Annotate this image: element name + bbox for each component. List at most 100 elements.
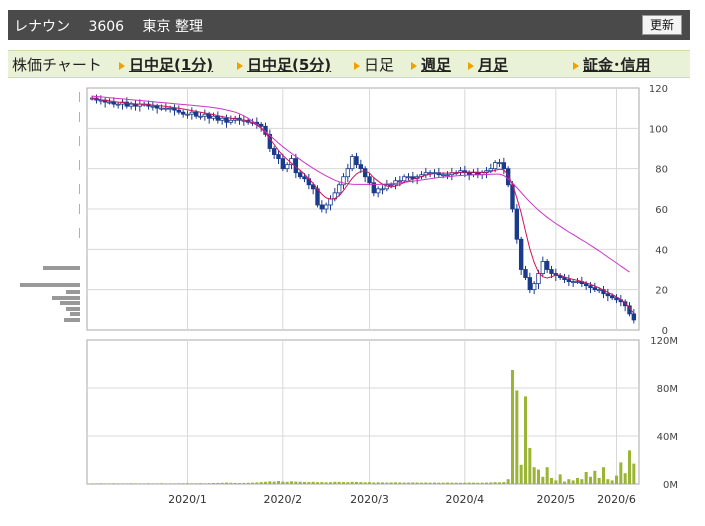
volume-bar (329, 482, 332, 484)
volume-bar (346, 482, 350, 484)
volume-bar (437, 482, 441, 484)
volume-profile-bar (66, 307, 80, 311)
volume-bar (411, 482, 415, 484)
candle-body (367, 176, 372, 184)
candle-body (185, 113, 190, 116)
volume-bar (277, 481, 280, 484)
candle-body (163, 107, 169, 110)
volume-bar (138, 483, 142, 484)
candle-body (592, 287, 598, 291)
volume-bar (251, 482, 254, 484)
volume-bar (541, 476, 545, 484)
volume-bar (376, 482, 380, 484)
volume-bar (571, 480, 575, 484)
volume-bar (550, 478, 553, 484)
volume-bar (368, 482, 371, 484)
candle-body (575, 281, 580, 284)
volume-bar (528, 448, 532, 484)
x-tick-label: 2020/4 (445, 493, 484, 506)
volume-bar (298, 481, 302, 484)
volume-bar (385, 482, 389, 484)
candle-body (570, 281, 576, 284)
volume-profile-bar (70, 312, 80, 316)
volume-bar (116, 483, 120, 484)
candle-body (497, 162, 502, 165)
price-y-axis: 020406080100120 (649, 84, 668, 337)
volume-bar (212, 483, 215, 484)
volume-bar (90, 483, 94, 484)
x-tick-label: 2020/2 (263, 493, 302, 506)
candle-body (406, 176, 411, 179)
candle-body (544, 261, 550, 270)
volume-bar (242, 482, 246, 484)
volume-profile-bar (66, 290, 80, 294)
x-tick-label: 2020/1 (168, 493, 207, 506)
volume-y-axis: 0M 40M 80M 120M (650, 336, 678, 491)
volume-bar (446, 482, 449, 484)
volume-bar (147, 483, 150, 484)
candle-body (549, 269, 554, 274)
candle-body (172, 107, 177, 111)
volume-bar (524, 396, 527, 484)
volume-profile-bar (60, 301, 80, 305)
volume-profile (20, 92, 80, 322)
candle-body (523, 269, 528, 278)
volume-bar (441, 482, 445, 484)
candle-body (401, 176, 407, 182)
candle-body (180, 111, 186, 115)
candle-body (518, 238, 524, 270)
candle-body (150, 105, 156, 108)
candle-body (336, 184, 342, 194)
volume-profile-tick (79, 136, 80, 146)
candle-body (111, 101, 117, 105)
candle-body (323, 204, 329, 210)
volume-bar (407, 482, 410, 484)
volume-tick-label: 80M (657, 384, 678, 395)
candle-body (345, 168, 351, 178)
stock-chart: 020406080100120 0M40M80M120M 2020/1 2020/… (20, 84, 678, 506)
volume-bar (532, 467, 536, 484)
candle-body (488, 168, 494, 172)
candle-body (115, 103, 121, 106)
volume-bar (537, 469, 540, 484)
volume-profile-tick (79, 204, 80, 214)
volume-bar (134, 483, 137, 484)
volume-bar (194, 483, 198, 484)
volume-bar (615, 475, 618, 484)
volume-profile-bar (43, 266, 80, 270)
volume-bar (506, 479, 510, 484)
volume-bar (264, 481, 267, 484)
candle-body (176, 109, 182, 113)
x-tick-label: 2020/3 (350, 493, 389, 506)
volume-bar (584, 472, 588, 484)
candle-body (349, 156, 355, 170)
volume-bar (498, 482, 501, 484)
volume-bar (168, 483, 172, 484)
volume-bar (489, 482, 493, 484)
volume-bar (459, 482, 462, 484)
volume-profile-bar (64, 318, 80, 322)
date-x-axis: 2020/1 2020/2 2020/3 2020/4 2020/5 2020/6 (168, 493, 636, 506)
volume-bar (402, 482, 406, 484)
candle-body (202, 113, 208, 117)
volume-bar (99, 483, 103, 484)
candle-body (354, 156, 359, 166)
candle-body (128, 103, 134, 107)
volume-bar (480, 482, 484, 484)
candle-body (167, 107, 173, 110)
volume-profile-tick (79, 228, 80, 238)
volume-bar (164, 483, 168, 484)
volume-bar (493, 482, 497, 484)
candle-body (107, 101, 112, 104)
volume-bar (268, 481, 272, 484)
volume-bar (415, 482, 419, 484)
volume-bar (602, 467, 605, 484)
volume-profile-bar (52, 296, 80, 300)
candle-body (440, 174, 446, 177)
candle-body (228, 119, 234, 123)
volume-bar (333, 481, 337, 484)
candle-body (219, 117, 225, 121)
volume-bar (129, 483, 133, 484)
volume-bar (558, 474, 562, 484)
candle-body (501, 162, 507, 170)
